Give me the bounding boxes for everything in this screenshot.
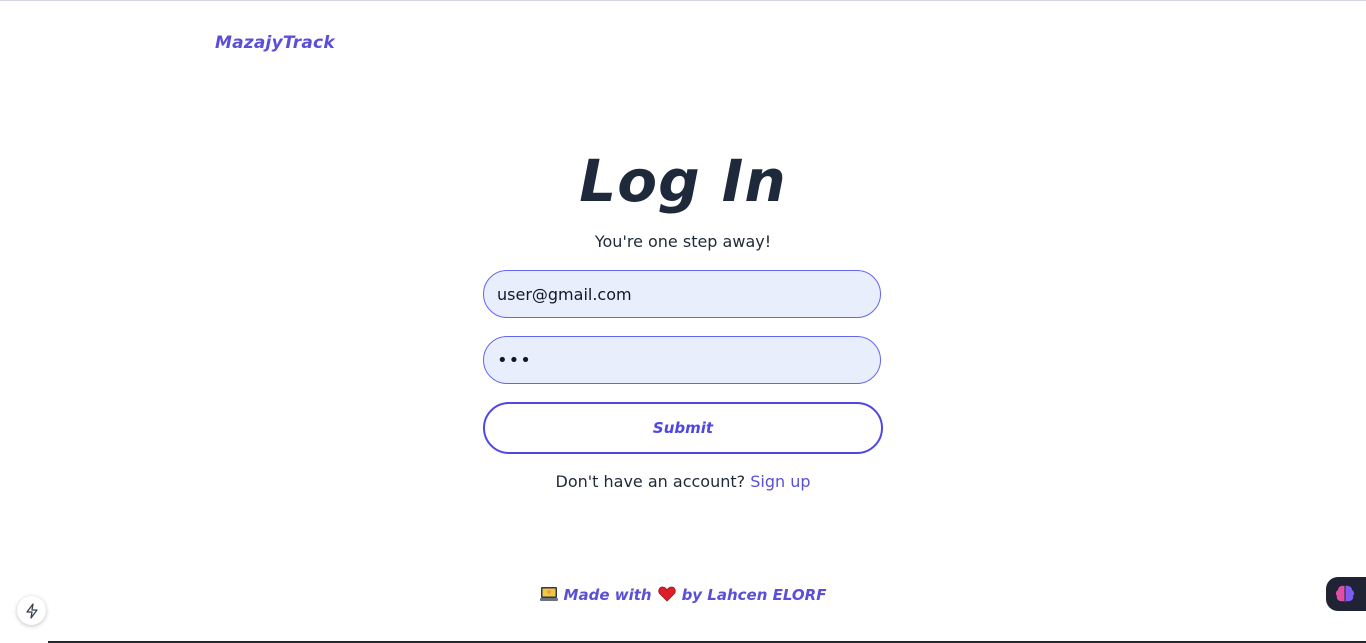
password-field[interactable]: ••• xyxy=(483,336,881,384)
signup-prompt-text: Don't have an account? xyxy=(555,472,746,491)
lightning-bolt-button[interactable] xyxy=(17,596,46,625)
page-subtitle: You're one step away! xyxy=(594,232,772,251)
heart-icon xyxy=(657,586,676,602)
laptop-icon xyxy=(539,587,558,601)
lightning-bolt-icon xyxy=(25,602,38,619)
email-field[interactable]: user@gmail.com xyxy=(483,270,881,318)
brand-logo-link[interactable]: MazajyTrack xyxy=(215,33,335,53)
footer-author: by Lahcen ELORF xyxy=(681,586,827,604)
submit-button[interactable]: Submit xyxy=(483,402,883,454)
password-field-value: ••• xyxy=(497,349,532,371)
page-title: Log In xyxy=(579,147,787,215)
signup-prompt-row: Don't have an account? Sign up xyxy=(0,472,1366,491)
email-field-value: user@gmail.com xyxy=(497,284,632,304)
footer-credit: Made with by Lahcen ELORF xyxy=(0,586,1366,604)
brain-icon xyxy=(1335,585,1355,602)
top-border xyxy=(0,0,1366,1)
brain-extension-button[interactable] xyxy=(1326,577,1366,611)
signup-link[interactable]: Sign up xyxy=(750,472,810,491)
footer-made-with: Made with xyxy=(563,586,652,604)
